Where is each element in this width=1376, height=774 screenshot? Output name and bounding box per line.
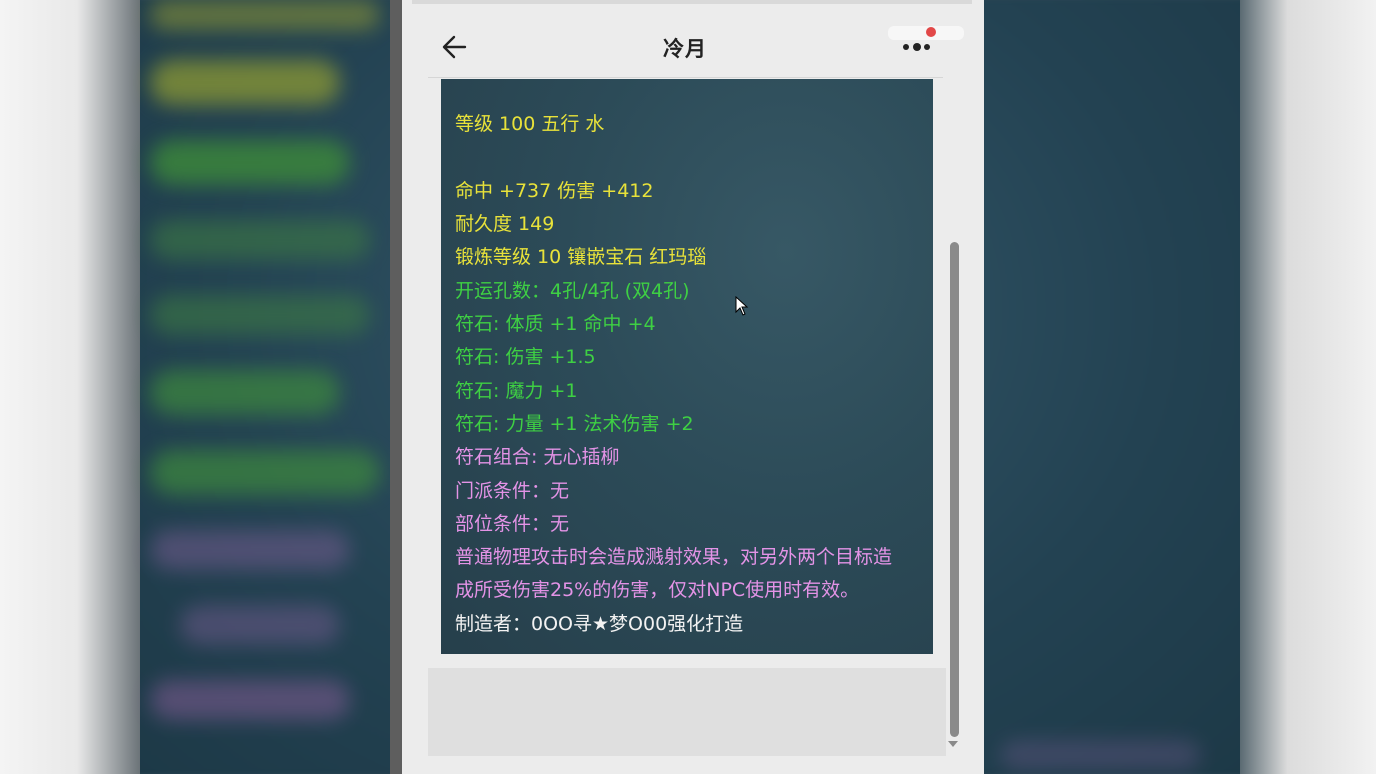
background-blob <box>150 220 370 260</box>
background-blob <box>150 295 370 335</box>
phone-bezel <box>390 0 402 774</box>
rune-combo-line: 符石组合: 无心插柳 <box>455 446 620 468</box>
background-blob <box>150 140 350 185</box>
item-forge-line: 锻炼等级 10 镶嵌宝石 红玛瑙 <box>455 246 707 268</box>
background-right-edge <box>1240 0 1376 774</box>
background-blob <box>1000 740 1200 770</box>
maker-line: 制造者：0OO寻★梦O00强化打造 <box>455 613 744 635</box>
header-divider <box>428 77 943 78</box>
rune-line: 符石: 魔力 +1 <box>455 380 578 402</box>
background-blob <box>150 370 340 415</box>
page-title: 冷月 <box>663 37 707 61</box>
item-stats-line: 命中 +737 伤害 +412 <box>455 180 654 202</box>
arrow-left-icon <box>442 35 467 59</box>
special-effect-line: 成所受伤害25%的伤害，仅对NPC使用时有效。 <box>455 579 860 601</box>
background-blob <box>150 530 350 570</box>
background-blob <box>150 60 340 105</box>
more-dots-icon <box>924 44 930 50</box>
mouse-pointer-icon <box>735 295 749 316</box>
more-button[interactable] <box>895 24 965 54</box>
background-blob <box>150 450 380 495</box>
rune-line: 符石: 体质 +1 命中 +4 <box>455 313 656 335</box>
item-slots-line: 开运孔数：4孔/4孔 (双4孔) <box>455 280 690 302</box>
item-durability-line: 耐久度 149 <box>455 213 555 235</box>
more-dots-icon <box>913 43 921 51</box>
special-effect-line: 普通物理攻击时会造成溅射效果，对另外两个目标造 <box>455 546 893 568</box>
slot-requirement-line: 部位条件：无 <box>455 513 570 535</box>
background-blob <box>150 680 350 720</box>
back-button[interactable] <box>440 32 470 62</box>
item-level-line: 等级 100 五行 水 <box>455 113 605 135</box>
background-blob <box>150 0 380 30</box>
more-dots-icon <box>903 44 909 50</box>
background-blob <box>180 605 340 645</box>
scroll-down-arrow-icon[interactable] <box>948 741 958 747</box>
school-requirement-line: 门派条件：无 <box>455 480 570 502</box>
rune-line: 符石: 伤害 +1.5 <box>455 346 596 368</box>
background-left-edge <box>0 0 140 774</box>
comment-area <box>428 668 946 756</box>
scrollbar-thumb[interactable] <box>950 242 959 737</box>
rune-line: 符石: 力量 +1 法术伤害 +2 <box>455 413 694 435</box>
